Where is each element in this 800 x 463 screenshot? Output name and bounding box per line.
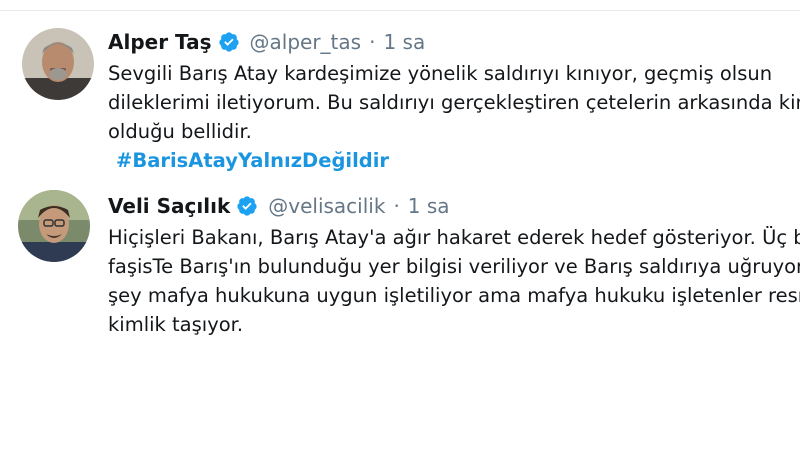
tweet-text-line: dileklerimi iletiyorum. Bu saldırıyı ger… bbox=[108, 91, 800, 114]
separator-dot: · bbox=[393, 194, 400, 218]
tweet-text: Sevgili Barış Atay kardeşimize yönelik s… bbox=[108, 59, 800, 175]
tweet-timestamp[interactable]: 1 sa bbox=[408, 192, 450, 220]
separator-dot: · bbox=[369, 30, 376, 54]
verified-badge-icon bbox=[236, 195, 258, 217]
avatar[interactable] bbox=[22, 28, 94, 100]
user-photo-icon bbox=[22, 28, 94, 100]
tweet[interactable]: Alper Taş @alper_tas · 1 sa Sevgili Barı… bbox=[0, 0, 800, 180]
author-name[interactable]: Alper Taş bbox=[108, 28, 212, 56]
author-handle[interactable]: @alper_tas bbox=[250, 28, 362, 56]
tweet-text-line: faşisTe Barış'ın bulunduğu yer bilgisi v… bbox=[108, 255, 800, 278]
tweet-text-line: kimlik taşıyor. bbox=[108, 313, 244, 336]
author-name[interactable]: Veli Saçılık bbox=[108, 192, 230, 220]
tweet-text-line: Hiçişleri Bakanı, Barış Atay'a ağır haka… bbox=[108, 226, 800, 249]
tweet[interactable]: Veli Saçılık @velisacilik · 1 sa Hiçişle… bbox=[0, 180, 800, 360]
tweet-text-line: Sevgili Barış Atay kardeşimize yönelik s… bbox=[108, 62, 773, 85]
author-handle[interactable]: @velisacilik bbox=[268, 192, 385, 220]
user-photo-icon bbox=[18, 190, 90, 262]
avatar[interactable] bbox=[18, 190, 90, 262]
tweet-text-line: olduğu bellidir. bbox=[108, 120, 252, 143]
verified-badge-icon bbox=[218, 31, 240, 53]
tweet-text-line: şey mafya hukukuna uygun işletiliyor ama… bbox=[108, 284, 800, 307]
tweet-text: Hiçişleri Bakanı, Barış Atay'a ağır haka… bbox=[108, 223, 800, 339]
hashtag-link[interactable]: #BarisAtayYalnızDeğildir bbox=[108, 146, 800, 175]
tweet-timestamp[interactable]: 1 sa bbox=[383, 28, 425, 56]
